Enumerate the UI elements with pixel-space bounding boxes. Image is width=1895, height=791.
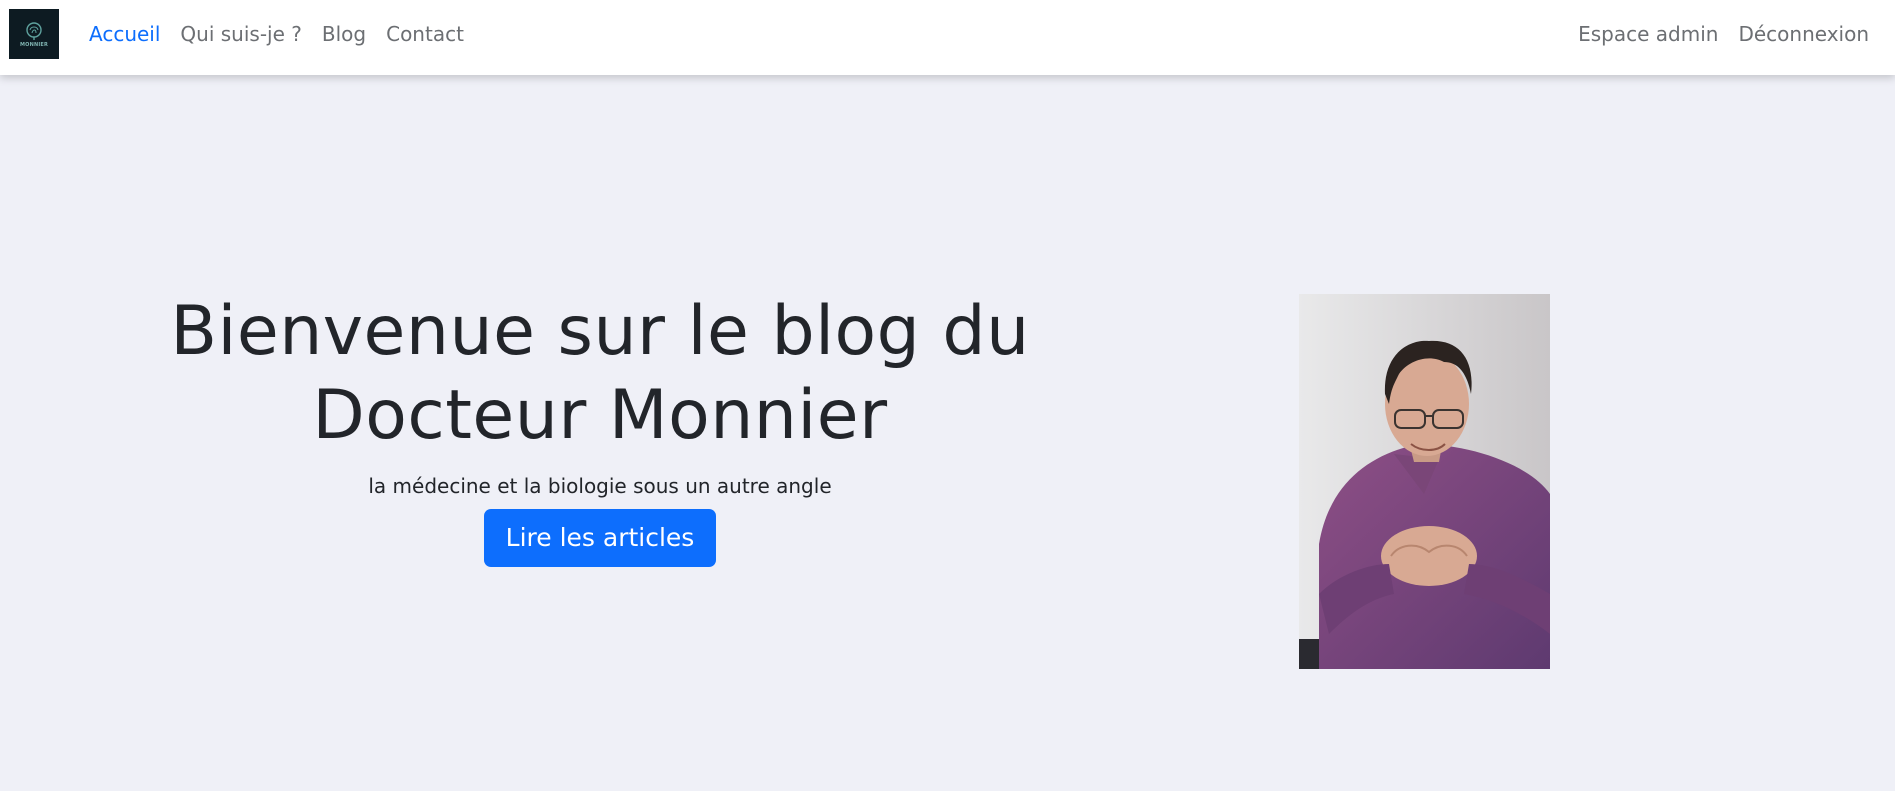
nav-link-qui-suis-je[interactable]: Qui suis-je ? <box>180 22 301 46</box>
brain-logo-icon <box>26 22 42 40</box>
main-nav: Accueil Qui suis-je ? Blog Contact <box>89 0 464 68</box>
nav-link-contact[interactable]: Contact <box>386 22 464 46</box>
nav-link-espace-admin[interactable]: Espace admin <box>1578 22 1718 46</box>
user-nav: Espace admin Déconnexion <box>1578 0 1869 68</box>
top-navbar: MONNIER Accueil Qui suis-je ? Blog Conta… <box>0 0 1895 75</box>
hero-title: Bienvenue sur le blog du Docteur Monnier <box>150 290 1050 458</box>
read-articles-button[interactable]: Lire les articles <box>483 509 717 567</box>
doctor-portrait-image <box>1299 294 1550 669</box>
hero-title-line1: Bienvenue sur le blog du <box>170 292 1030 371</box>
nav-link-blog[interactable]: Blog <box>322 22 366 46</box>
hero-title-line2: Docteur Monnier <box>312 376 888 455</box>
nav-link-deconnexion[interactable]: Déconnexion <box>1738 22 1869 46</box>
hero-subtitle: la médecine et la biologie sous un autre… <box>368 474 832 498</box>
nav-link-accueil[interactable]: Accueil <box>89 22 160 46</box>
site-logo[interactable]: MONNIER <box>9 9 59 59</box>
hero-section: Bienvenue sur le blog du Docteur Monnier… <box>150 290 1050 567</box>
logo-text: MONNIER <box>19 42 49 48</box>
